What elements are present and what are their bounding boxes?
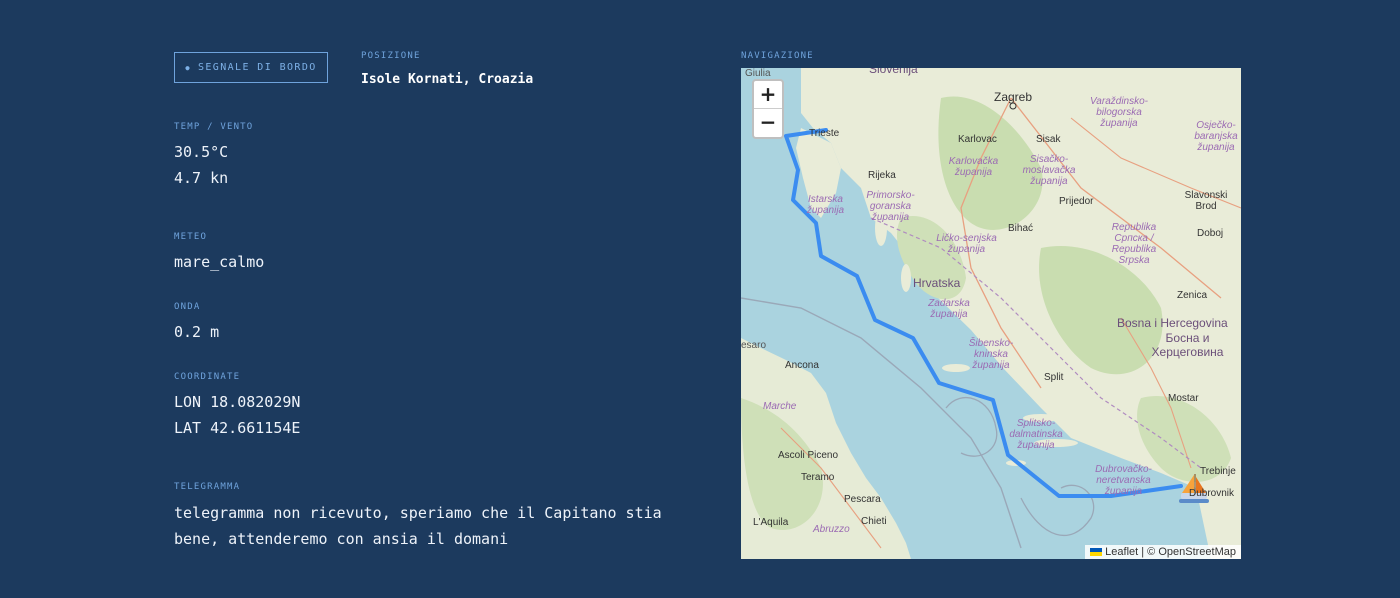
position-label: POSIZIONE [361, 51, 421, 61]
map-label: Mostar [1168, 393, 1199, 404]
map-label: Varaždinsko-bilogorska županija [1090, 96, 1148, 129]
openstreetmap-link[interactable]: OpenStreetMap [1158, 546, 1236, 558]
map-label: Ascoli Piceno [778, 450, 839, 461]
map-label: Hrvatska [913, 276, 961, 290]
map-label: Босна и Херцеговина [1151, 331, 1224, 359]
map-label: Primorsko-goranska županija [866, 190, 915, 223]
wave-value: 0.2 m [174, 323, 220, 341]
status-badge-label: SEGNALE DI BORDO [197, 62, 317, 73]
coordinates-label: COORDINATE [174, 372, 241, 382]
leaflet-link[interactable]: Leaflet [1105, 546, 1138, 558]
wind-value: 4.7 kn [174, 169, 229, 187]
maritime-border [945, 397, 998, 457]
latitude-value: LAT 42.661154E [174, 419, 301, 437]
ukraine-flag-icon [1090, 548, 1103, 557]
meteo-label: METEO [174, 232, 208, 242]
map-label: Doboj [1197, 228, 1224, 239]
map-label: Sisačko-moslavačka županija [1022, 154, 1076, 187]
map-label: Karlovačka županija [948, 156, 999, 178]
zoom-in-button[interactable]: + [754, 81, 782, 109]
position-value: Isole Kornati, Croazia [361, 72, 534, 87]
map-label: Zadarska županija [928, 298, 970, 320]
map-label: Dubrovnik [1189, 488, 1235, 499]
temp-wind-label: TEMP / VENTO [174, 122, 254, 132]
map-label: Giulia [745, 68, 771, 79]
map-label: Trieste [809, 128, 840, 139]
meteo-value: mare_calmo [174, 253, 265, 271]
map-label: Ancona [785, 360, 819, 371]
telegram-text: telegramma non ricevuto, speriamo che il… [174, 504, 662, 548]
map-label: Rijeka [868, 170, 896, 181]
map-label: Marche [763, 401, 797, 412]
status-dot-icon: ● [185, 63, 191, 72]
map-label: Bihać [1008, 223, 1034, 234]
status-badge: ● SEGNALE DI BORDO [174, 52, 328, 83]
map-label: Pescara [844, 494, 881, 505]
map-zoom-control: + − [752, 79, 784, 139]
navigation-label: NAVIGAZIONE [741, 51, 814, 61]
map-label: Teramo [801, 472, 835, 483]
zoom-out-button[interactable]: − [754, 109, 782, 136]
map-label: Sisak [1036, 134, 1061, 145]
navigation-map[interactable]: Slovenija Zagreb Giulia Trieste Rijeka K… [741, 68, 1241, 559]
map-label: Zagreb [994, 90, 1033, 104]
longitude-value: LON 18.082029N [174, 393, 301, 411]
temperature-value: 30.5°C [174, 143, 229, 161]
map-label: Slavonski Brod [1184, 190, 1228, 212]
map-label: Slovenija [869, 68, 918, 76]
map-label: Split [1044, 372, 1064, 383]
map-label: Istarska županija [806, 194, 845, 216]
map-label: esaro [741, 340, 767, 351]
map-label: Zenica [1177, 290, 1208, 301]
map-label: Abruzzo [813, 524, 850, 535]
map-label: Splitsko-dalmatinska županija [1009, 418, 1063, 451]
map-label: Chieti [861, 516, 887, 527]
map-label: Trebinje [1200, 466, 1236, 477]
map-label: Bosna i Hercegovina [1117, 316, 1228, 330]
map-label: Dubrovačko-neretvanska županija [1095, 464, 1152, 497]
telegram-label: TELEGRAMMA [174, 482, 241, 492]
island [901, 264, 911, 292]
map-label: Prijedor [1059, 196, 1094, 207]
map-label: Republika Српска / Republika Srpska [1111, 222, 1157, 266]
map-attribution: Leaflet | © OpenStreetMap [1085, 545, 1241, 559]
map-label: Osječko-baranjska županija [1194, 120, 1238, 153]
map-label: Karlovac [958, 134, 997, 145]
map-label: Ličko-senjska županija [936, 233, 997, 255]
map-label: L'Aquila [753, 517, 789, 528]
map-label: Šibensko-kninska županija [968, 338, 1014, 371]
wave-label: ONDA [174, 302, 201, 312]
attribution-separator: | © [1138, 546, 1159, 558]
